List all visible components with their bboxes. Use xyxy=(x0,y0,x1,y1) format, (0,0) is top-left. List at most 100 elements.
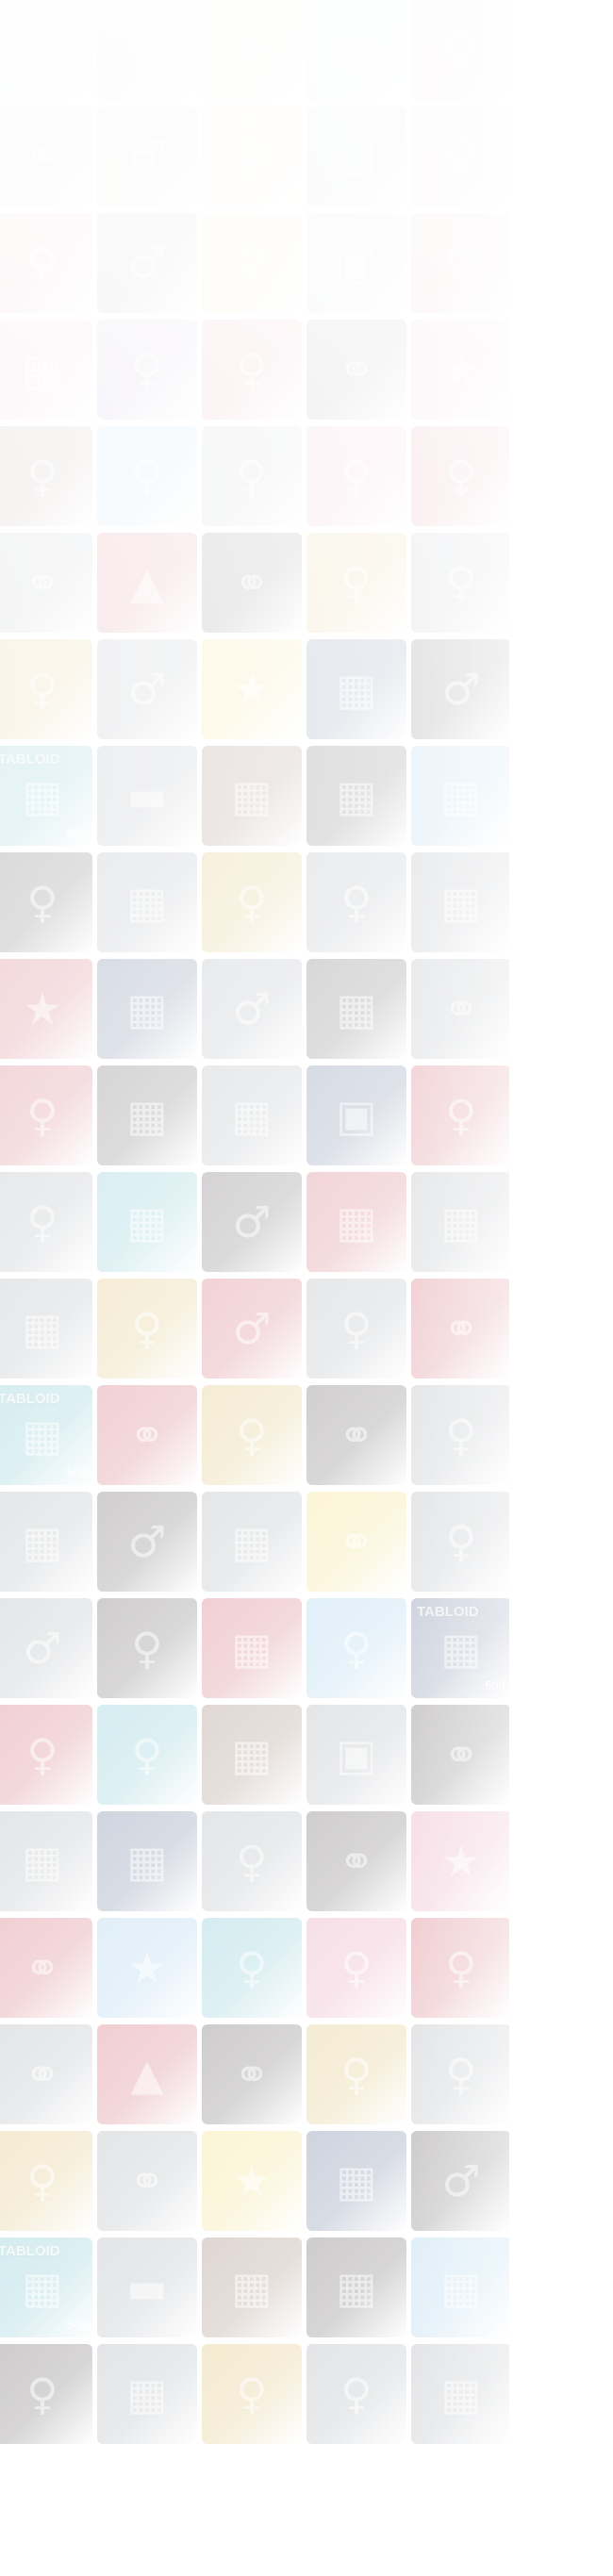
thumbnail-tile: ♀ xyxy=(0,1705,92,1805)
woman-icon: ♀ xyxy=(445,1410,477,1461)
thumbnail-tile: ♀ xyxy=(0,1172,92,1272)
thumbnail-tile: ♂ xyxy=(202,959,302,1059)
thumbnail-tile: ⚭ xyxy=(306,1492,406,1592)
woman-icon: ♀ xyxy=(445,557,477,608)
thumbnail-tile: ★ xyxy=(202,2131,302,2231)
building-icon: ▦ xyxy=(231,2262,273,2313)
thumbnail-tile: ▣ xyxy=(306,1065,406,1165)
man-icon: ♂ xyxy=(127,238,167,289)
thumbnail-tile: ♀ xyxy=(411,2024,509,2124)
thumbnail-tile: ♀ xyxy=(411,1385,509,1485)
thumbnail-tile: ▦ xyxy=(97,1811,197,1911)
frame-icon: ▣ xyxy=(336,1090,377,1141)
thumbnail-tile: ♀ xyxy=(411,426,509,526)
building-icon: ▦ xyxy=(336,2262,377,2313)
building-icon: ▦ xyxy=(336,664,377,715)
woman-icon: ♀ xyxy=(236,1836,268,1887)
thumbnail-tile: ♀ xyxy=(0,852,92,952)
thumbnail-tile: ⚭ xyxy=(202,533,302,633)
woman-icon: ♀ xyxy=(26,1197,58,1247)
star-icon: ★ xyxy=(441,344,481,395)
thumbnail-tile: ★ xyxy=(411,1811,509,1911)
thumbnail-tile: ♀ xyxy=(97,1598,197,1698)
woman-icon: ♀ xyxy=(26,238,58,289)
building-icon: ▦ xyxy=(126,1090,168,1141)
thumbnail-tile: ⚭ xyxy=(97,2131,197,2231)
thumbnail-tile: ⚭ xyxy=(411,1705,509,1805)
building-icon: ▦ xyxy=(336,25,377,75)
couple-icon: ⚭ xyxy=(24,131,61,182)
man-icon: ♂ xyxy=(441,664,481,715)
thumbnail-tile: ♀ xyxy=(97,426,197,526)
building-icon: ▦ xyxy=(126,1836,168,1887)
thumbnail-tile: ♀ xyxy=(306,1598,406,1698)
woman-icon: ♀ xyxy=(26,877,58,928)
thumbnail-tile: ▦ xyxy=(306,746,406,846)
woman-icon: ♀ xyxy=(340,557,373,608)
woman-icon: ♀ xyxy=(26,2369,58,2419)
thumbnail-tile: ♀ xyxy=(97,1279,197,1379)
thumbnail-tile: ♀ xyxy=(306,1279,406,1379)
thumbnail-tile: ♂ xyxy=(411,639,509,739)
thumbnail-tile: ⚭ xyxy=(0,533,92,633)
building-icon: ▦ xyxy=(440,877,482,928)
thumbnail-tile: ▦ xyxy=(306,639,406,739)
woman-icon: ♀ xyxy=(236,451,268,502)
thumbnail-tile: ♀ xyxy=(97,1705,197,1805)
thumbnail-tile: ♂ xyxy=(202,1279,302,1379)
woman-icon: ♀ xyxy=(340,1942,373,1993)
woman-icon: ♀ xyxy=(131,344,163,395)
thumbnail-tile: ♂ xyxy=(0,1598,92,1698)
building-icon: ▦ xyxy=(231,1516,273,1567)
man-icon: ♂ xyxy=(127,1516,167,1567)
thumbnail-tile: ▬ xyxy=(97,2237,197,2337)
woman-icon: ♀ xyxy=(236,1410,268,1461)
thumbnail-tile: ★ xyxy=(202,639,302,739)
thumbnail-tile: ♀ xyxy=(0,1065,92,1165)
thumbnail-tile: ♀ xyxy=(411,1065,509,1165)
thumbnail-tile: ♀ xyxy=(97,0,197,100)
couple-icon: ⚭ xyxy=(24,1942,61,1993)
thumbnail-tile: ▦ xyxy=(306,0,406,100)
thumbnail-tile: ♀ xyxy=(411,107,509,206)
building-icon: ▦ xyxy=(336,1197,377,1247)
woman-icon: ♀ xyxy=(131,25,163,75)
building-icon: ▦ xyxy=(440,2262,482,2313)
woman-icon: ♀ xyxy=(445,1942,477,1993)
woman-icon: ♀ xyxy=(131,451,163,502)
thumbnail-tile: ▦ xyxy=(306,107,406,206)
woman-icon: ♀ xyxy=(26,1729,58,1780)
woman-icon: ♀ xyxy=(340,1623,373,1674)
building-icon: ▦ xyxy=(22,25,63,75)
man-icon: ♂ xyxy=(232,1303,272,1354)
thumbnail-tile: ★ xyxy=(411,320,509,420)
thumbnail-tile: ▦ xyxy=(306,959,406,1059)
thumbnail-tile: ▦ xyxy=(411,1172,509,1272)
woman-icon: ♀ xyxy=(445,2049,477,2100)
star-icon: ★ xyxy=(23,983,62,1034)
thumbnail-tile: ▣ xyxy=(306,213,406,313)
building-icon: ▦ xyxy=(231,1623,273,1674)
thumbnail-tile: ♂ xyxy=(97,1492,197,1592)
tile-subcaption: 500 xyxy=(66,1465,87,1479)
thumbnail-tile: ▦ TABLOID 500 xyxy=(0,1385,92,1485)
building-icon: ▦ xyxy=(440,2369,482,2419)
thumbnail-tile: ♂ xyxy=(97,639,197,739)
thumbnail-tile: ▣ xyxy=(306,1705,406,1805)
thumbnail-tile: ▦ xyxy=(202,1598,302,1698)
thumbnail-tile: ♀ xyxy=(411,1492,509,1592)
woman-icon: ♀ xyxy=(236,344,268,395)
man-icon: ♂ xyxy=(127,664,167,715)
background-mosaic: ▦ ♀ ★ ▦ ♀ ⚭ ♂ ♀ ▦ ♀ ♀ ♂ ♀ ▣ ♀ ▦ ♀ ♀ ⚭ ★ ♀ ♀ ♀ ♀ ♀ ⚭ ▲ ⚭ ♀ ♀ ♀ ♂ ★ ▦ ♂ ▦ TABL… xyxy=(0,0,509,2576)
couple-icon: ⚭ xyxy=(24,557,61,608)
star-icon: ★ xyxy=(232,2155,272,2206)
thumbnail-tile: ♀ xyxy=(306,852,406,952)
thumbnail-tile: ▦ xyxy=(411,746,509,846)
thumbnail-tile: ▦ TABLOID 500 xyxy=(0,2237,92,2337)
tile-caption: TABLOID xyxy=(417,1604,479,1620)
woman-icon: ♀ xyxy=(340,1303,373,1354)
tile-caption: TABLOID xyxy=(0,2243,60,2259)
couple-icon: ⚭ xyxy=(442,983,480,1034)
building-icon: ▦ xyxy=(22,344,63,395)
thumbnail-tile: ★ xyxy=(0,959,92,1059)
